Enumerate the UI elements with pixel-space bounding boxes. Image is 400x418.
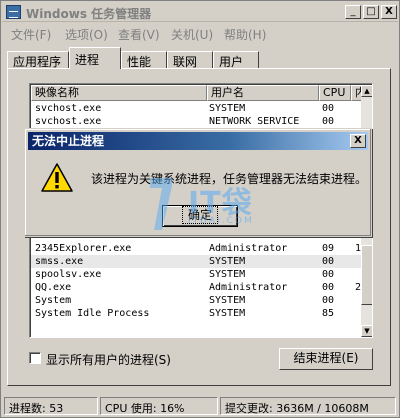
menu-shutdown[interactable]: 关机(U): [171, 26, 213, 43]
process-user: SYSTEM: [209, 103, 246, 114]
scroll-down-icon[interactable]: ▼: [361, 325, 372, 337]
dialog-title: 无法中止进程: [32, 134, 105, 148]
table-row[interactable]: System Idle Process SYSTEM 85: [31, 307, 361, 320]
status-process-count: 进程数: 53: [4, 397, 98, 415]
error-dialog: 无法中止进程 X 该进程为关键系统进程，任务管理器无法结束进程。 确定: [24, 128, 372, 237]
menu-file[interactable]: 文件(F): [11, 26, 51, 43]
process-user: Administrator: [209, 243, 288, 254]
process-list-header: 映像名称 用户名 CPU 内: [31, 85, 365, 101]
title-bar[interactable]: Windows 任务管理器 _ □ X: [2, 2, 398, 22]
process-user: NETWORK SERVICE: [209, 116, 300, 127]
process-name: 2345Explorer.exe: [35, 243, 132, 254]
column-user-name[interactable]: 用户名: [207, 85, 319, 101]
table-row[interactable]: svchost.exe SYSTEM 00: [31, 102, 361, 115]
process-user: SYSTEM: [209, 256, 246, 267]
process-cpu: 00: [322, 282, 335, 293]
scroll-thumb[interactable]: [361, 245, 372, 305]
column-image-name[interactable]: 映像名称: [31, 85, 207, 101]
process-user: SYSTEM: [209, 295, 246, 306]
process-name: smss.exe: [35, 256, 84, 267]
status-bar: 进程数: 53 CPU 使用: 16% 提交更改: 3636M / 10608M: [2, 395, 398, 417]
dialog-message: 该进程为关键系统进程，任务管理器无法结束进程。: [91, 172, 368, 186]
status-cpu-usage: CPU 使用: 16%: [100, 397, 218, 415]
tab-users[interactable]: 用户: [213, 51, 259, 69]
process-cpu: 09: [322, 243, 335, 254]
status-commit-charge: 提交更改: 3636M / 10608M: [220, 397, 396, 415]
ok-button[interactable]: 确定: [162, 205, 238, 227]
process-cpu: 00: [322, 269, 335, 280]
dialog-close-button[interactable]: X: [350, 134, 366, 148]
show-all-users-checkbox[interactable]: [29, 352, 41, 364]
table-row[interactable]: svchost.exe NETWORK SERVICE 00: [31, 115, 361, 128]
table-row[interactable]: spoolsv.exe SYSTEM 00: [31, 268, 361, 281]
tab-networking[interactable]: 联网: [167, 51, 213, 69]
ok-button-label: 确定: [181, 206, 219, 224]
table-row[interactable]: 2345Explorer.exe Administrator 09 1: [31, 242, 361, 255]
tab-applications[interactable]: 应用程序: [7, 51, 69, 69]
menu-view[interactable]: 查看(V): [118, 26, 160, 43]
menu-options[interactable]: 选项(O): [65, 26, 108, 43]
scroll-up-icon[interactable]: ▲: [361, 85, 372, 97]
process-name: QQ.exe: [35, 282, 72, 293]
process-name: svchost.exe: [35, 103, 102, 114]
process-cpu: 00: [322, 295, 335, 306]
tab-performance[interactable]: 性能: [121, 51, 167, 69]
process-name: svchost.exe: [35, 116, 102, 127]
warning-icon: [41, 163, 73, 192]
minimize-button[interactable]: _: [345, 5, 361, 19]
process-name: System: [35, 295, 72, 306]
maximize-button[interactable]: □: [363, 5, 379, 19]
menu-bar: 文件(F) 选项(O) 查看(V) 关机(U) 帮助(H): [2, 23, 398, 43]
process-name: System Idle Process: [35, 308, 150, 319]
process-cpu: 00: [322, 116, 335, 127]
process-user: Administrator: [209, 282, 288, 293]
table-row[interactable]: System SYSTEM 00: [31, 294, 361, 307]
process-cpu: 00: [322, 103, 335, 114]
close-button[interactable]: X: [381, 5, 397, 19]
column-cpu[interactable]: CPU: [319, 85, 351, 101]
menu-help[interactable]: 帮助(H): [224, 26, 266, 43]
show-all-users-label[interactable]: 显示所有用户的进程(S): [46, 351, 171, 368]
tab-processes[interactable]: 进程: [69, 47, 121, 69]
table-row[interactable]: smss.exe SYSTEM 00: [31, 255, 361, 268]
window-title: Windows 任务管理器: [26, 7, 152, 21]
process-user: SYSTEM: [209, 269, 246, 280]
process-name: spoolsv.exe: [35, 269, 102, 280]
table-row[interactable]: QQ.exe Administrator 00 2: [31, 281, 361, 294]
dialog-title-bar[interactable]: 无法中止进程 X: [28, 132, 368, 150]
process-cpu: 00: [322, 256, 335, 267]
process-user: SYSTEM: [209, 308, 246, 319]
process-cpu: 85: [322, 308, 335, 319]
end-process-button[interactable]: 结束进程(E): [279, 348, 373, 370]
task-manager-icon: [6, 5, 21, 19]
